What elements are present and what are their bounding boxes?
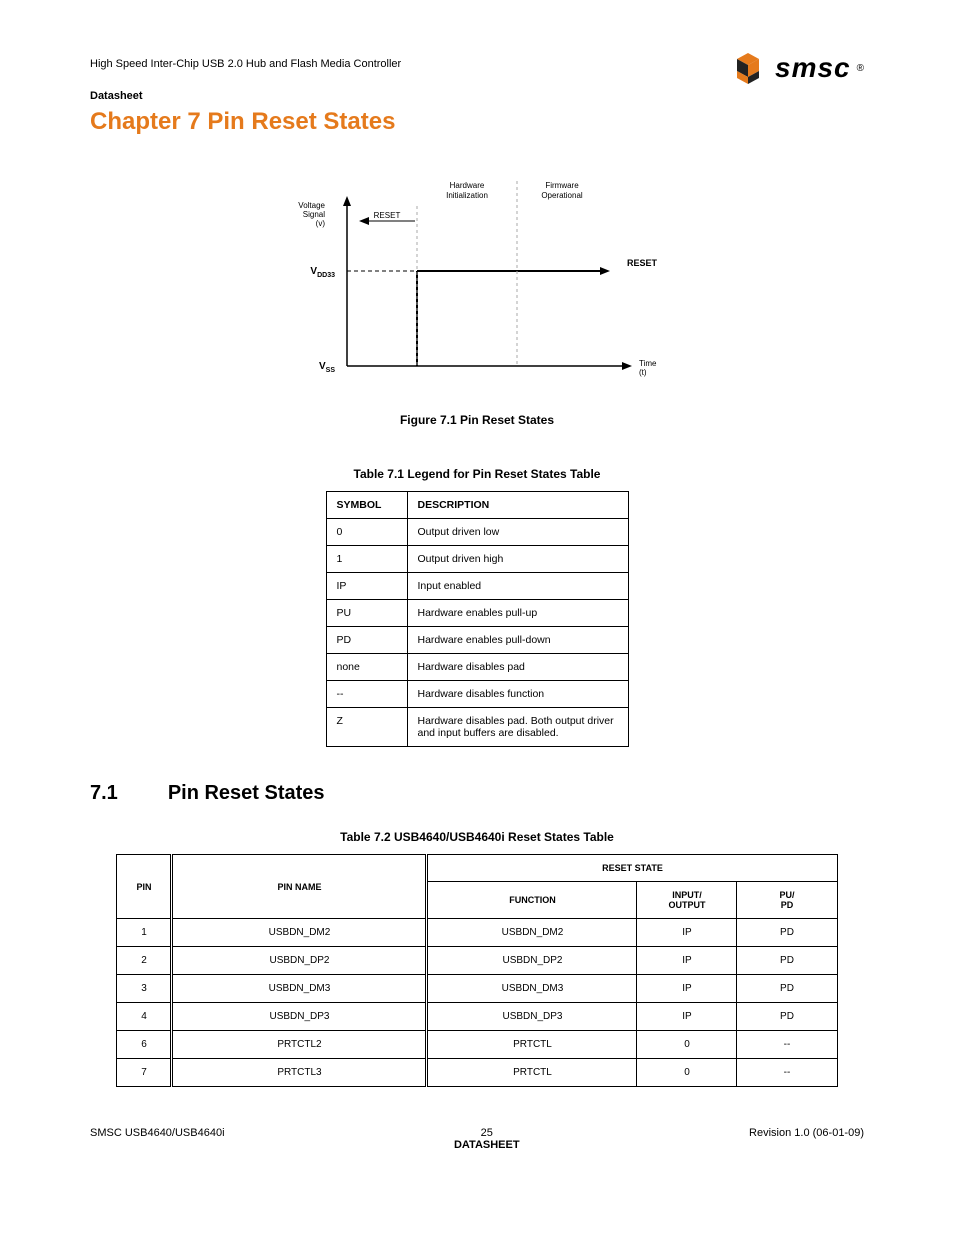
table-row: PDHardware enables pull-down xyxy=(326,627,628,654)
footer-left: SMSC USB4640/USB4640i xyxy=(90,1127,225,1151)
th-reset-state: RESET STATE xyxy=(427,855,837,882)
th-pupd: PU/ PD xyxy=(737,882,837,919)
logo-reg: ® xyxy=(857,63,864,74)
footer-right: Revision 1.0 (06-01-09) xyxy=(749,1127,864,1151)
table-row: 3USBDN_DM3USBDN_DM3IPPD xyxy=(117,975,837,1003)
pin-reset-figure: Voltage Signal (v) VDD33 VSS RESET Hardw… xyxy=(287,176,667,396)
svg-text:Signal: Signal xyxy=(303,210,325,219)
svg-text:RESET: RESET xyxy=(627,258,658,268)
reset-table-caption: Table 7.2 USB4640/USB4640i Reset States … xyxy=(90,830,864,844)
svg-text:Hardware: Hardware xyxy=(450,181,485,190)
table-row: ZHardware disables pad. Both output driv… xyxy=(326,708,628,747)
svg-text:(t): (t) xyxy=(639,368,647,377)
datasheet-label: Datasheet xyxy=(90,90,401,102)
logo-cube-icon xyxy=(727,50,769,86)
figure-caption: Figure 7.1 Pin Reset States xyxy=(90,413,864,427)
table-row: 1Output driven high xyxy=(326,546,628,573)
legend-col-desc: Description xyxy=(407,492,628,519)
svg-text:Initialization: Initialization xyxy=(446,191,488,200)
svg-text:(v): (v) xyxy=(316,219,326,228)
section-title: Pin Reset States xyxy=(168,782,325,805)
smsc-logo: smsc ® xyxy=(727,50,864,86)
table-row: --Hardware disables function xyxy=(326,681,628,708)
svg-text:Operational: Operational xyxy=(541,191,583,200)
th-io: INPUT/ OUTPUT xyxy=(637,882,737,919)
table-row: 2USBDN_DP2USBDN_DP2IPPD xyxy=(117,947,837,975)
logo-text: smsc xyxy=(775,52,851,84)
section-num: 7.1 xyxy=(90,782,118,805)
reset-table: PIN PIN NAME RESET STATE FUNCTION INPUT/… xyxy=(116,854,837,1087)
th-pin: PIN xyxy=(117,855,172,919)
th-pin-name: PIN NAME xyxy=(172,855,427,919)
table-row: 1USBDN_DM2USBDN_DM2IPPD xyxy=(117,919,837,947)
table-row: 6PRTCTL2PRTCTL0-- xyxy=(117,1031,837,1059)
legend-caption: Table 7.1 Legend for Pin Reset States Ta… xyxy=(90,467,864,481)
svg-text:Firmware: Firmware xyxy=(545,181,579,190)
svg-text:VDD33: VDD33 xyxy=(310,266,335,279)
svg-text:RESET: RESET xyxy=(374,211,401,220)
doc-title: High Speed Inter-Chip USB 2.0 Hub and Fl… xyxy=(90,58,401,70)
chapter-title: Chapter 7 Pin Reset States xyxy=(90,108,401,136)
table-row: 0Output driven low xyxy=(326,519,628,546)
table-row: IPInput enabled xyxy=(326,573,628,600)
svg-text:VSS: VSS xyxy=(319,361,335,374)
footer-page: 25 xyxy=(225,1127,750,1139)
table-row: 4USBDN_DP3USBDN_DP3IPPD xyxy=(117,1003,837,1031)
th-function: FUNCTION xyxy=(427,882,637,919)
legend-table: Symbol Description 0Output driven low1Ou… xyxy=(326,491,629,747)
legend-col-symbol: Symbol xyxy=(326,492,407,519)
footer-datasheet: DATASHEET xyxy=(225,1139,750,1151)
table-row: PUHardware enables pull-up xyxy=(326,600,628,627)
svg-text:Voltage: Voltage xyxy=(298,201,325,210)
table-row: noneHardware disables pad xyxy=(326,654,628,681)
svg-text:Time: Time xyxy=(639,359,657,368)
table-row: 7PRTCTL3PRTCTL0-- xyxy=(117,1059,837,1087)
